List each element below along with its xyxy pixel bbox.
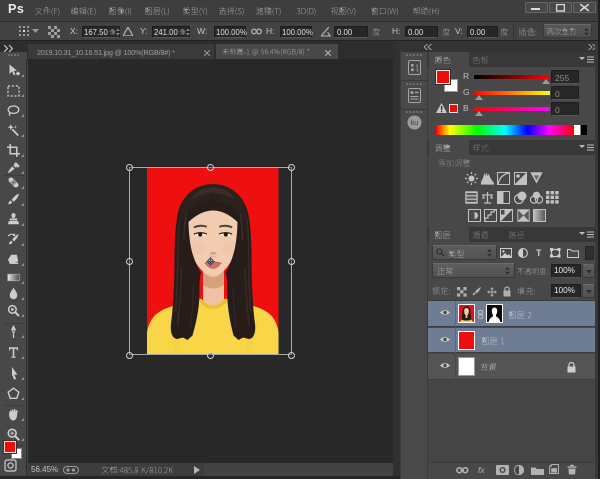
svg-text:ku: ku — [411, 120, 419, 127]
